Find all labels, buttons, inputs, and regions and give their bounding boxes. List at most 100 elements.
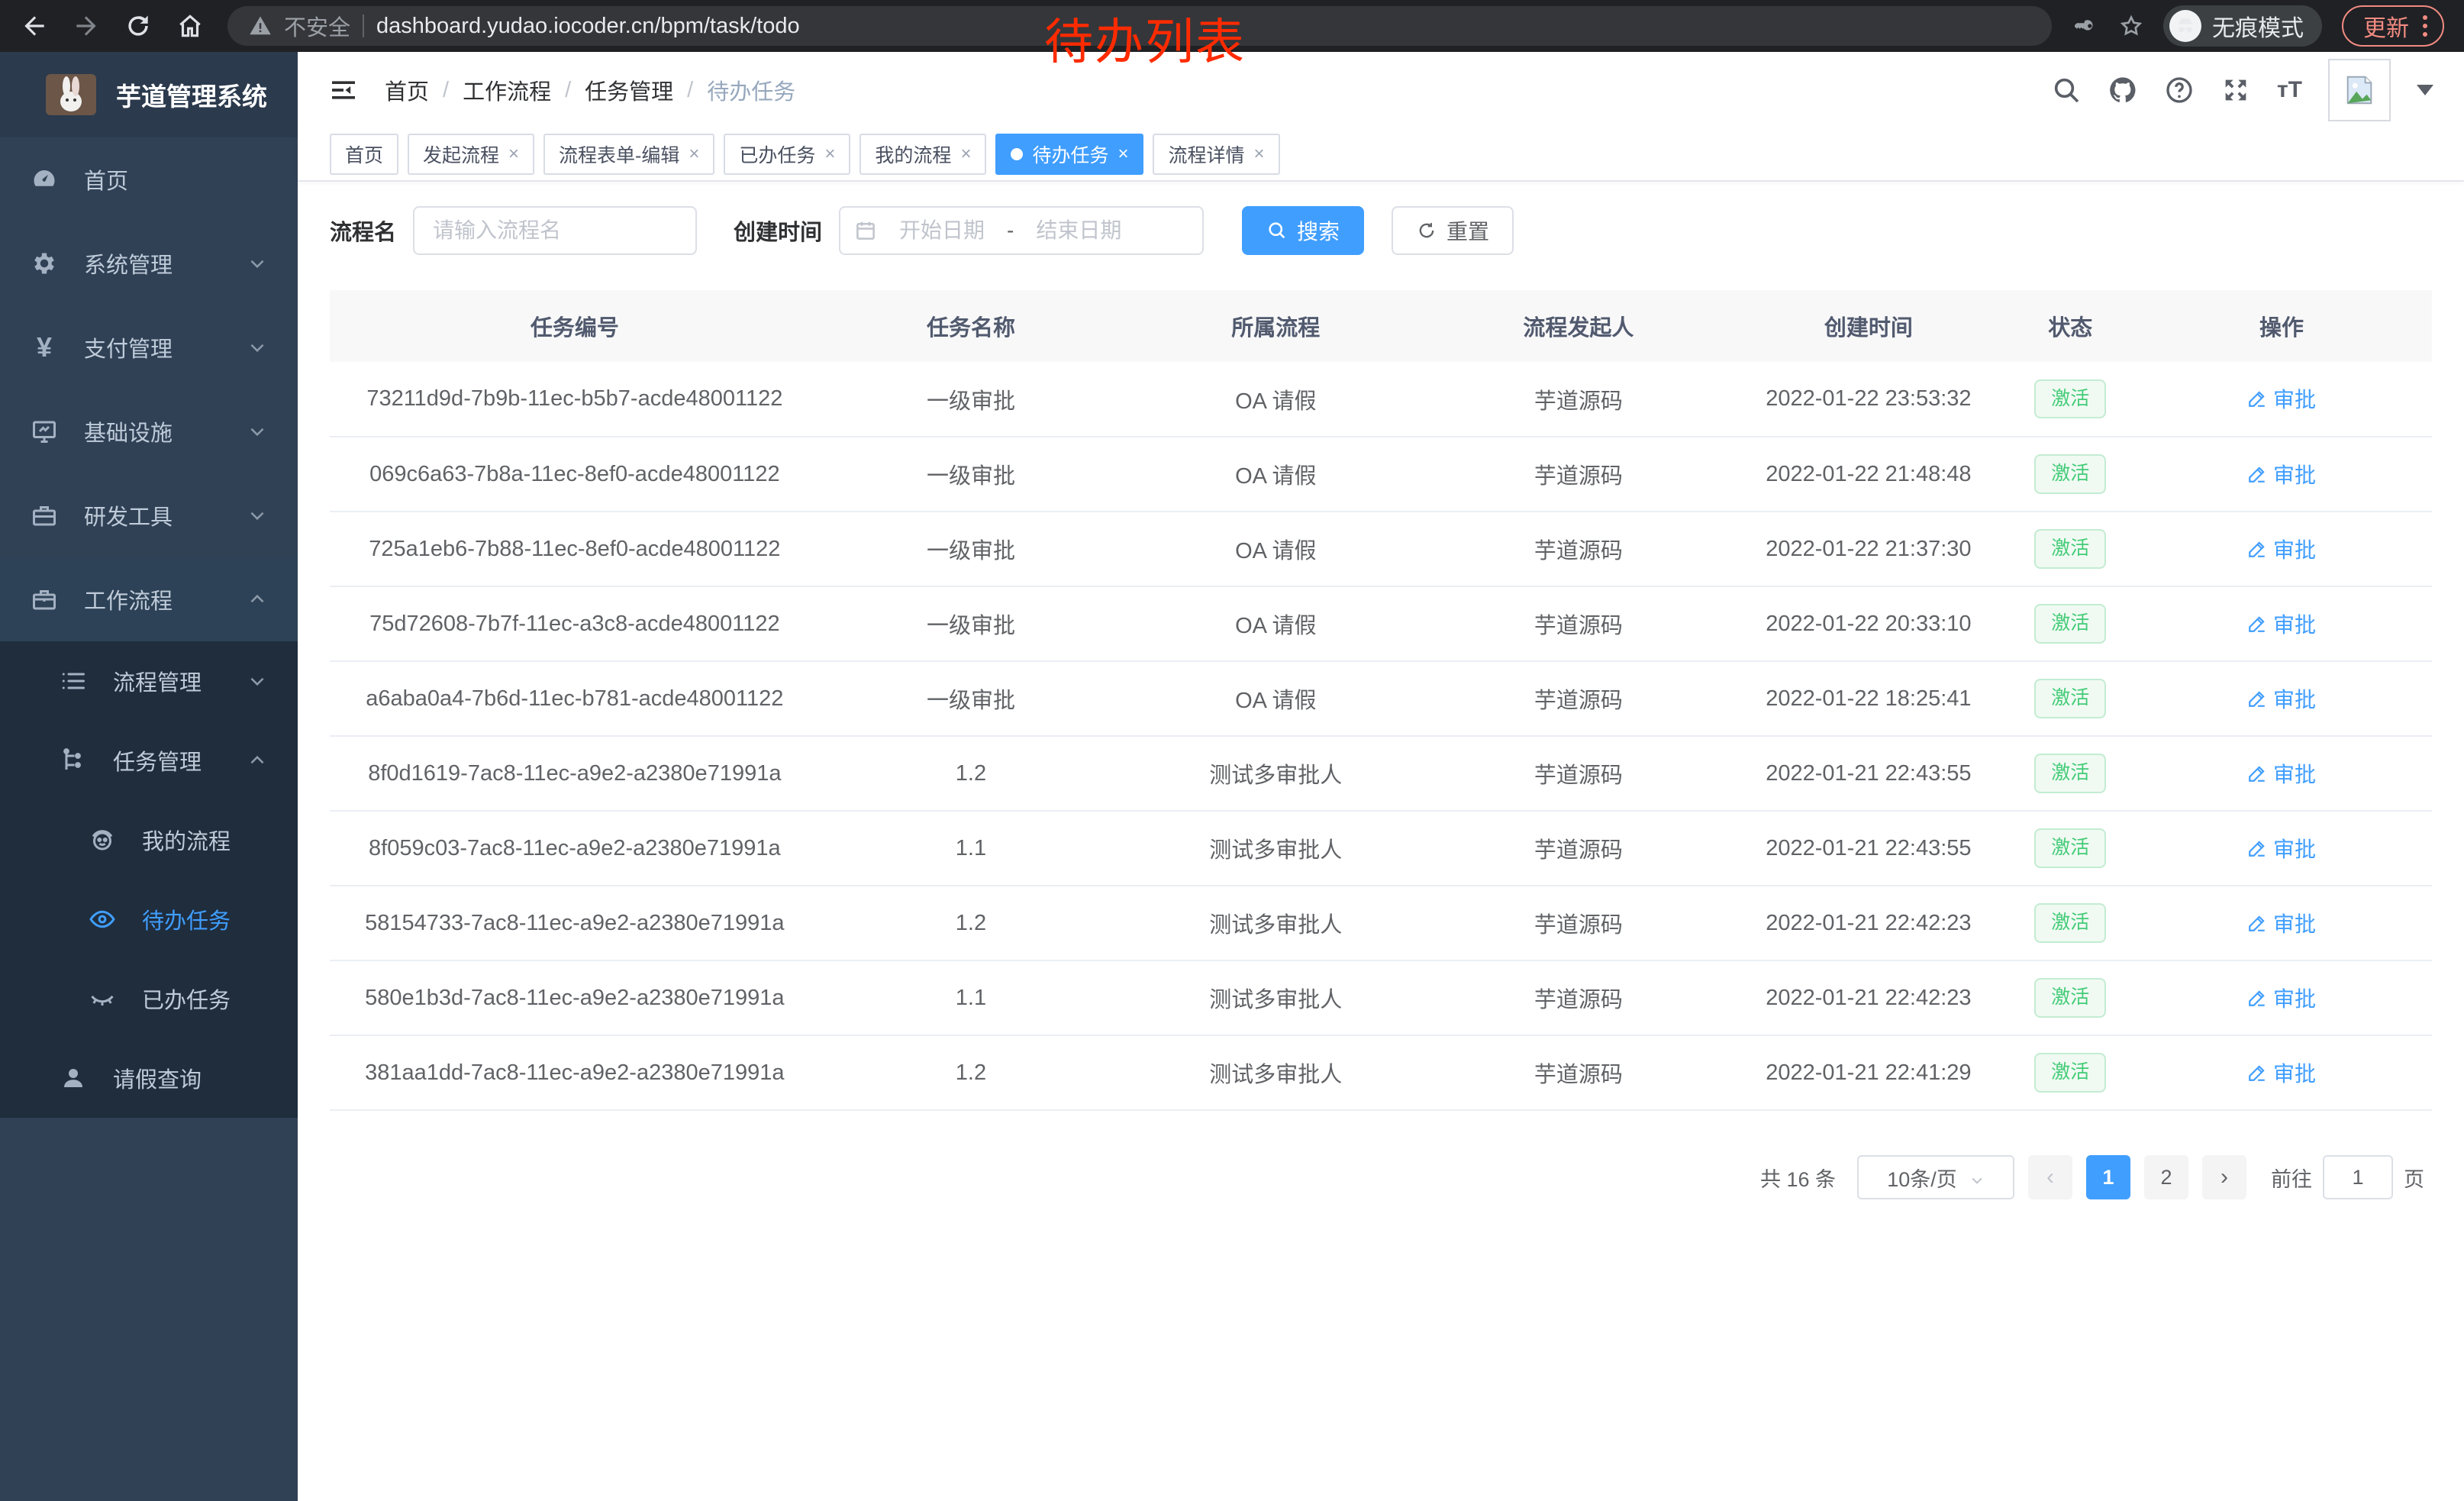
close-icon[interactable]: × (689, 145, 699, 163)
cell-task-name: 一级审批 (820, 362, 1123, 437)
cell-task-id: 58154733-7ac8-11ec-a9e2-a2380e71991a (330, 886, 820, 960)
start-date-input[interactable] (885, 218, 999, 243)
approve-button[interactable]: 审批 (2247, 833, 2316, 863)
close-icon[interactable]: × (1254, 145, 1265, 163)
sidebar: 芋道管理系统 首页 系统管理 ¥ 支付管理 (0, 52, 298, 1501)
task-table: 任务编号 任务名称 所属流程 流程发起人 创建时间 状态 操作 73211d9d… (298, 276, 2464, 1111)
face-icon (89, 826, 116, 854)
sidebar-item-my-process[interactable]: 我的流程 (0, 800, 298, 880)
browser-reload-icon[interactable] (124, 11, 153, 40)
pen-icon (2247, 838, 2267, 858)
approve-button[interactable]: 审批 (2247, 983, 2316, 1013)
browser-menu-icon[interactable] (2423, 15, 2427, 37)
close-icon[interactable]: × (508, 145, 519, 163)
page-2-button[interactable]: 2 (2144, 1155, 2188, 1199)
password-key-icon[interactable] (2075, 14, 2099, 38)
tab-process-detail[interactable]: 流程详情× (1153, 134, 1279, 175)
app-logo[interactable]: 芋道管理系统 (0, 52, 298, 137)
tab-done-tasks[interactable]: 已办任务× (724, 134, 850, 175)
eye-open-icon (89, 905, 116, 933)
logo-image (46, 74, 96, 115)
breadcrumb-workflow[interactable]: 工作流程 (463, 74, 551, 106)
cell-initiator: 芋道源码 (1429, 1035, 1727, 1110)
end-date-input[interactable] (1021, 218, 1136, 243)
eye-closed-icon (89, 985, 116, 1012)
sidebar-item-home[interactable]: 首页 (0, 137, 298, 221)
search-icon[interactable] (2051, 75, 2082, 105)
next-page-button[interactable]: › (2202, 1155, 2246, 1199)
font-size-icon[interactable]: ᴛT (2277, 77, 2302, 103)
sidebar-item-task-management[interactable]: 任务管理 (0, 721, 298, 800)
close-icon[interactable]: × (824, 145, 835, 163)
chevron-down-icon (247, 421, 267, 441)
help-icon[interactable] (2164, 75, 2195, 105)
close-icon[interactable]: × (960, 145, 971, 163)
incognito-icon (2169, 10, 2201, 42)
github-icon[interactable] (2108, 75, 2138, 105)
avatar[interactable] (2328, 59, 2391, 121)
breadcrumb-home[interactable]: 首页 (385, 74, 429, 106)
main-content: 首页 / 工作流程 / 任务管理 / 待办任务 (298, 52, 2464, 1501)
status-badge: 激活 (2034, 604, 2106, 644)
table-row: 75d72608-7b7f-11ec-a3c8-acde48001122 一级审… (330, 586, 2432, 661)
tab-my-process[interactable]: 我的流程× (859, 134, 986, 175)
date-range-picker[interactable]: - (839, 206, 1204, 255)
tab-form-edit[interactable]: 流程表单-编辑× (543, 134, 714, 175)
sidebar-item-workflow[interactable]: 工作流程 (0, 557, 298, 641)
page-1-button[interactable]: 1 (2086, 1155, 2130, 1199)
breadcrumb-task-management[interactable]: 任务管理 (585, 74, 673, 106)
approve-button[interactable]: 审批 (2247, 534, 2316, 564)
avatar-caret-icon[interactable] (2417, 85, 2433, 95)
browser-update-button[interactable]: 更新 (2342, 5, 2444, 47)
process-name-label: 流程名 (330, 215, 396, 247)
browser-home-icon[interactable] (176, 11, 205, 40)
sidebar-item-system[interactable]: 系统管理 (0, 221, 298, 305)
bookmark-star-icon[interactable] (2119, 14, 2143, 38)
page-size-select[interactable]: 10条/页 (1857, 1155, 2014, 1199)
approve-button[interactable]: 审批 (2247, 908, 2316, 938)
chevron-down-icon (247, 253, 267, 273)
fullscreen-icon[interactable] (2221, 75, 2251, 105)
sidebar-item-done-tasks[interactable]: 已办任务 (0, 959, 298, 1038)
browser-forward-icon[interactable] (72, 11, 101, 40)
approve-button[interactable]: 审批 (2247, 608, 2316, 639)
status-badge: 激活 (2034, 978, 2106, 1018)
approve-button[interactable]: 审批 (2247, 683, 2316, 714)
cell-task-name: 一级审批 (820, 661, 1123, 736)
dashboard-icon (31, 166, 58, 193)
active-dot (1011, 148, 1023, 160)
cell-task-id: 580e1b3d-7ac8-11ec-a9e2-a2380e71991a (330, 960, 820, 1035)
sidebar-item-leave-query[interactable]: 请假查询 (0, 1038, 298, 1118)
sidebar-item-devtools[interactable]: 研发工具 (0, 473, 298, 557)
sidebar-item-infrastructure[interactable]: 基础设施 (0, 389, 298, 473)
approve-button[interactable]: 审批 (2247, 383, 2316, 414)
cell-task-id: 8f059c03-7ac8-11ec-a9e2-a2380e71991a (330, 811, 820, 886)
sidebar-item-process-management[interactable]: 流程管理 (0, 641, 298, 721)
tab-home[interactable]: 首页 (330, 134, 398, 175)
broken-image-icon (2342, 73, 2377, 108)
close-icon[interactable]: × (1118, 145, 1128, 163)
search-button[interactable]: 搜索 (1242, 206, 1364, 255)
browser-back-icon[interactable] (20, 11, 49, 40)
cell-initiator: 芋道源码 (1429, 586, 1727, 661)
approve-button[interactable]: 审批 (2247, 758, 2316, 789)
goto-page-input[interactable] (2323, 1155, 2393, 1199)
tab-todo-tasks[interactable]: 待办任务× (995, 134, 1143, 175)
sidebar-item-todo-tasks[interactable]: 待办任务 (0, 880, 298, 959)
approve-button[interactable]: 审批 (2247, 459, 2316, 489)
cell-created: 2022-01-21 22:42:23 (1727, 886, 2009, 960)
monitor-icon (31, 418, 58, 445)
sidebar-collapse-icon[interactable] (328, 75, 359, 105)
sidebar-item-payment[interactable]: ¥ 支付管理 (0, 305, 298, 389)
col-initiator: 流程发起人 (1429, 290, 1727, 362)
prev-page-button[interactable]: ‹ (2028, 1155, 2072, 1199)
process-name-input[interactable] (413, 206, 697, 255)
incognito-badge: 无痕模式 (2163, 5, 2322, 47)
chevron-down-icon (247, 337, 267, 357)
person-icon (60, 1064, 87, 1092)
tab-start-process[interactable]: 发起流程× (408, 134, 534, 175)
reset-button[interactable]: 重置 (1392, 206, 1514, 255)
cell-task-id: 381aa1dd-7ac8-11ec-a9e2-a2380e71991a (330, 1035, 820, 1110)
cell-task-id: 75d72608-7b7f-11ec-a3c8-acde48001122 (330, 586, 820, 661)
approve-button[interactable]: 审批 (2247, 1057, 2316, 1088)
